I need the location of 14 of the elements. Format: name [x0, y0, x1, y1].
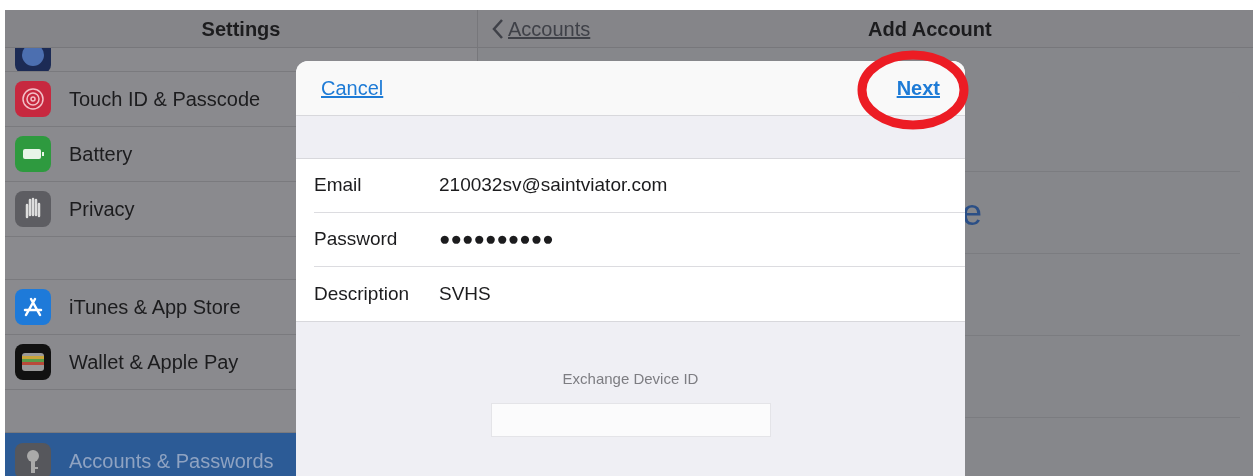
page-title: Add Account — [868, 16, 992, 42]
section-footer: Exchange Device ID — [562, 368, 699, 391]
back-chevron-icon — [492, 17, 504, 40]
field-label: Description — [314, 281, 411, 306]
next-button[interactable]: Next — [896, 73, 940, 103]
cancel-button[interactable]: Cancel — [321, 73, 384, 103]
app-store-icon — [15, 289, 51, 325]
battery-icon — [15, 136, 51, 172]
back-link[interactable]: Accounts — [492, 13, 591, 44]
fingerprint-icon — [15, 81, 51, 117]
hand-icon — [15, 191, 51, 227]
sidebar-title: Settings — [201, 16, 281, 42]
wallet-icon — [15, 344, 51, 380]
key-icon — [15, 442, 51, 476]
